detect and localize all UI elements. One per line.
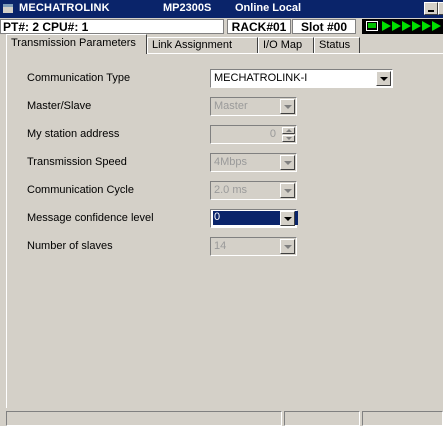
number-of-slaves-label: Number of slaves [27, 240, 113, 252]
communication-type-select[interactable]: MECHATROLINK-I [210, 69, 393, 88]
spinner-buttons[interactable] [282, 127, 295, 142]
message-confidence-select[interactable]: 0 [210, 209, 298, 228]
station-address-value: 0 [269, 128, 276, 140]
chevron-down-icon[interactable] [376, 71, 391, 86]
window-title: MECHATROLINK [19, 2, 110, 14]
slot-indicator: Slot #00 [292, 19, 356, 34]
spin-up-icon[interactable] [282, 127, 295, 134]
communication-type-value: MECHATROLINK-I [214, 72, 308, 84]
station-address-spinner[interactable]: 0 [210, 125, 297, 144]
transmission-parameters-page: Communication Type MECHATROLINK-I Master… [6, 53, 443, 408]
controller-model: MP2300S [163, 2, 212, 14]
transmission-speed-label: Transmission Speed [27, 156, 127, 168]
transfer-arrows-icon [382, 19, 442, 34]
chevron-down-icon[interactable] [280, 155, 295, 170]
title-bar[interactable]: MECHATROLINK MP2300S Online Local [0, 0, 443, 18]
spin-down-icon[interactable] [282, 135, 295, 142]
transmission-speed-value: 4Mbps [214, 156, 248, 168]
transmission-speed-select[interactable]: 4Mbps [210, 153, 297, 172]
connection-mode: Online Local [235, 2, 302, 14]
master-slave-value: Master [214, 100, 248, 112]
chevron-down-icon[interactable] [280, 99, 295, 114]
status-pane-tertiary [362, 411, 443, 426]
tab-transmission-parameters[interactable]: Transmission Parameters [6, 34, 147, 54]
window-menu-icon[interactable] [3, 4, 13, 13]
chevron-down-icon[interactable] [280, 239, 295, 254]
info-bar: PT#: 2 CPU#: 1 RACK#01 Slot #00 [0, 18, 443, 34]
status-bar [0, 409, 443, 426]
online-status-indicator [362, 19, 443, 34]
rack-indicator: RACK#01 [227, 19, 291, 34]
pt-cpu-indicator: PT#: 2 CPU#: 1 [0, 19, 224, 34]
number-of-slaves-value: 14 [214, 240, 227, 252]
number-of-slaves-select[interactable]: 14 [210, 237, 297, 256]
communication-cycle-value: 2.0 ms [214, 184, 248, 196]
monitor-icon [366, 21, 378, 31]
status-pane-secondary [284, 411, 360, 426]
tab-io-map[interactable]: I/O Map [258, 37, 314, 53]
master-slave-label: Master/Slave [27, 100, 92, 112]
master-slave-select[interactable]: Master [210, 97, 297, 116]
chevron-down-icon[interactable] [280, 183, 295, 198]
tab-link-assignment[interactable]: Link Assignment [147, 37, 258, 53]
chevron-down-icon[interactable] [280, 211, 295, 226]
communication-cycle-select[interactable]: 2.0 ms [210, 181, 297, 200]
communication-type-label: Communication Type [27, 72, 131, 84]
module-detail-panel: Transmission Parameters Link Assignment … [0, 34, 443, 426]
status-pane-main [6, 411, 282, 426]
minimize-button[interactable] [424, 2, 438, 15]
station-address-label: My station address [27, 128, 120, 140]
tab-status[interactable]: Status [314, 37, 360, 53]
communication-cycle-label: Communication Cycle [27, 184, 134, 196]
message-confidence-label: Message confidence level [27, 212, 154, 224]
maximize-button[interactable] [438, 2, 443, 15]
